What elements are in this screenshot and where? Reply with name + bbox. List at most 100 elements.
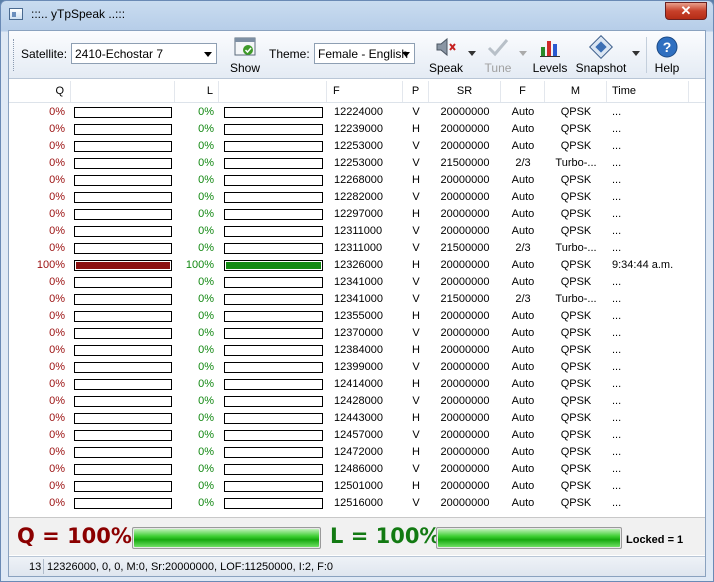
table-row[interactable]: 0% 0% 12239000 H 20000000 Auto QPSK... <box>9 121 705 138</box>
speak-button[interactable]: Speak <box>427 33 465 77</box>
frequency-cell: 12224000 <box>334 106 383 118</box>
level-percent: 0% <box>198 140 214 152</box>
close-button[interactable]: ✕ <box>665 2 707 20</box>
level-percent: 0% <box>198 395 214 407</box>
table-row[interactable]: 0% 0% 12501000 H 20000000 Auto QPSK... <box>9 478 705 495</box>
polarization-cell: H <box>412 344 420 356</box>
fec-cell: Auto <box>511 344 535 356</box>
table-row[interactable]: 0% 0% 12253000 V 20000000 Auto QPSK... <box>9 138 705 155</box>
table-row[interactable]: 0% 0% 12414000 H 20000000 Auto QPSK... <box>9 376 705 393</box>
column-header-modulation[interactable]: M <box>545 81 607 102</box>
level-bar <box>224 124 323 135</box>
modulation-cell: QPSK <box>560 446 592 458</box>
column-header-l[interactable]: L <box>175 81 219 102</box>
snapshot-dropdown-icon[interactable] <box>632 51 640 56</box>
polarization-cell: V <box>412 327 420 339</box>
table-row[interactable]: 0% 0% 12282000 V 20000000 Auto QPSK... <box>9 189 705 206</box>
app-icon[interactable] <box>9 8 23 20</box>
symbol-rate-cell: 20000000 <box>440 344 490 356</box>
table-row[interactable]: 0% 0% 12472000 H 20000000 Auto QPSK... <box>9 444 705 461</box>
table-row[interactable]: 0% 0% 12341000 V 21500000 2/3 Turbo-...... <box>9 291 705 308</box>
symbol-rate-cell: 20000000 <box>440 361 490 373</box>
quality-percent: 0% <box>49 140 65 152</box>
table-row[interactable]: 0% 0% 12399000 V 20000000 Auto QPSK... <box>9 359 705 376</box>
snapshot-button[interactable]: Snapshot <box>573 33 629 77</box>
table-row[interactable]: 0% 0% 12341000 V 20000000 Auto QPSK... <box>9 274 705 291</box>
fec-cell: Auto <box>511 480 535 492</box>
quality-summary-fill <box>134 529 319 547</box>
polarization-cell: V <box>412 157 420 169</box>
column-header-fec[interactable]: F <box>501 81 545 102</box>
frequency-cell: 12472000 <box>334 446 383 458</box>
window-title: :::.. yTpSpeak ..::: <box>31 7 126 21</box>
chevron-down-icon <box>204 52 212 57</box>
table-row[interactable]: 0% 0% 12516000 V 20000000 Auto QPSK... <box>9 495 705 512</box>
show-button[interactable]: Show <box>227 33 263 77</box>
quality-percent: 0% <box>49 344 65 356</box>
level-bar <box>224 413 323 424</box>
time-cell: 9:34:44 a.m. <box>612 259 674 271</box>
level-summary-fill <box>438 529 620 547</box>
polarization-cell: V <box>412 140 420 152</box>
column-header-polarization[interactable]: P <box>403 81 429 102</box>
quality-summary-text: Q = 100% <box>17 524 132 548</box>
column-header-time[interactable]: Time <box>607 81 689 102</box>
table-row[interactable]: 0% 0% 12486000 V 20000000 Auto QPSK... <box>9 461 705 478</box>
table-row[interactable]: 0% 0% 12370000 V 20000000 Auto QPSK... <box>9 325 705 342</box>
fec-cell: Auto <box>511 191 535 203</box>
level-bar <box>224 141 323 152</box>
quality-bar <box>74 362 172 373</box>
symbol-rate-cell: 20000000 <box>440 225 490 237</box>
table-row[interactable]: 0% 0% 12311000 V 20000000 Auto QPSK... <box>9 223 705 240</box>
level-bar <box>224 328 323 339</box>
modulation-cell: Turbo-... <box>555 157 597 169</box>
frequency-cell: 12384000 <box>334 344 383 356</box>
tune-dropdown-icon[interactable] <box>519 51 527 56</box>
table-row[interactable]: 0% 0% 12355000 H 20000000 Auto QPSK... <box>9 308 705 325</box>
modulation-cell: QPSK <box>560 378 592 390</box>
table-row[interactable]: 0% 0% 12253000 V 21500000 2/3 Turbo-...... <box>9 155 705 172</box>
theme-select[interactable]: Female - English <box>314 43 415 64</box>
level-bar <box>224 498 323 509</box>
quality-percent: 0% <box>49 276 65 288</box>
satellite-select[interactable]: 2410-Echostar 7 <box>71 43 217 64</box>
level-bar <box>224 396 323 407</box>
table-row[interactable]: 0% 0% 12384000 H 20000000 Auto QPSK... <box>9 342 705 359</box>
column-header-q-bar[interactable] <box>71 81 175 102</box>
table-row[interactable]: 0% 0% 12268000 H 20000000 Auto QPSK... <box>9 172 705 189</box>
symbol-rate-cell: 20000000 <box>440 174 490 186</box>
toolbar-grip[interactable] <box>13 39 16 71</box>
table-row[interactable]: 0% 0% 12311000 V 21500000 2/3 Turbo-...... <box>9 240 705 257</box>
column-header-symbol-rate[interactable]: SR <box>429 81 501 102</box>
levels-button[interactable]: Levels <box>531 33 569 77</box>
tune-button[interactable]: Tune <box>481 33 515 77</box>
level-percent: 100% <box>185 259 214 271</box>
table-row[interactable]: 0% 0% 12297000 H 20000000 Auto QPSK... <box>9 206 705 223</box>
level-percent: 0% <box>198 412 214 424</box>
fec-cell: Auto <box>511 276 535 288</box>
time-cell: ... <box>612 361 622 373</box>
column-header-frequency[interactable]: F <box>327 81 403 102</box>
speak-dropdown-icon[interactable] <box>468 51 476 56</box>
level-percent: 0% <box>198 276 214 288</box>
time-cell: ... <box>612 276 622 288</box>
quality-bar <box>74 464 172 475</box>
quality-bar <box>74 141 172 152</box>
column-header-q[interactable]: Q <box>9 81 71 102</box>
symbol-rate-cell: 21500000 <box>440 242 490 254</box>
column-header-l-bar[interactable] <box>219 81 327 102</box>
table-row[interactable]: 100% 100% 12326000 H 20000000 Auto QPSK 9:34:44… <box>9 257 705 274</box>
table-row[interactable]: 0% 0% 12457000 V 20000000 Auto QPSK... <box>9 427 705 444</box>
polarization-cell: H <box>412 208 420 220</box>
table-row[interactable]: 0% 0% 12224000 V 20000000 Auto QPSK... <box>9 104 705 121</box>
polarization-cell: V <box>412 242 420 254</box>
frequency-cell: 12501000 <box>334 480 383 492</box>
table-row[interactable]: 0% 0% 12428000 V 20000000 Auto QPSK... <box>9 393 705 410</box>
chevron-down-icon <box>402 52 410 57</box>
quality-bar <box>74 311 172 322</box>
help-button[interactable]: ? Help <box>651 33 683 77</box>
polarization-cell: H <box>412 412 420 424</box>
title-bar[interactable]: :::.. yTpSpeak ..::: ✕ <box>1 1 713 29</box>
table-row[interactable]: 0% 0% 12443000 H 20000000 Auto QPSK... <box>9 410 705 427</box>
app-window: :::.. yTpSpeak ..::: ✕ Satellite: 2410-E… <box>0 0 714 582</box>
